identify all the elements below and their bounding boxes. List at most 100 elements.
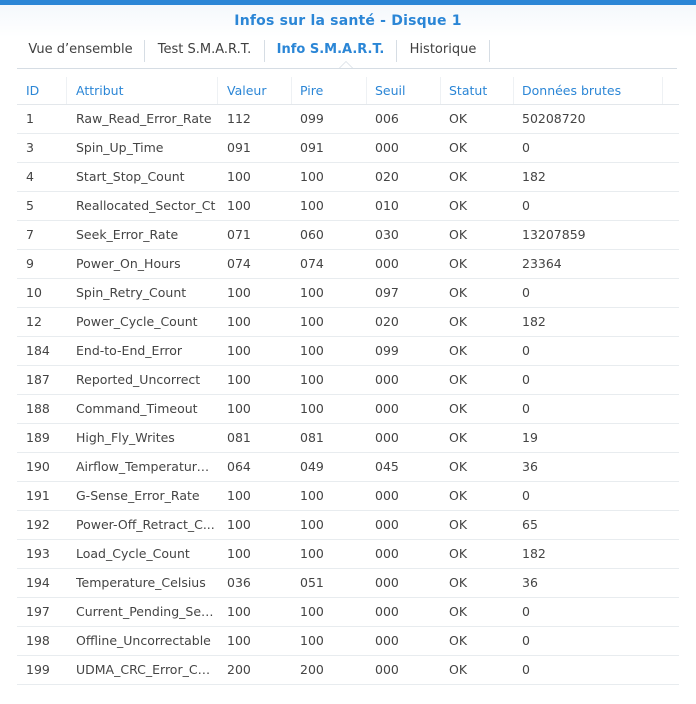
cell-threshold: 000 — [375, 488, 399, 503]
column-divider — [440, 77, 441, 104]
cell-attribute: Reported_Uncorrect — [76, 372, 201, 387]
cell-threshold: 000 — [375, 604, 399, 619]
cell-worst: 091 — [300, 140, 324, 155]
cell-attribute: Load_Cycle_Count — [76, 546, 190, 561]
cell-raw-data: 0 — [522, 488, 530, 503]
cell-value: 100 — [227, 198, 251, 213]
cell-attribute: UDMA_CRC_Error_Co... — [76, 662, 216, 677]
table-row[interactable]: 10 Spin_Retry_Count 100 100 097 OK 0 — [17, 279, 679, 308]
table-row[interactable]: 194 Temperature_Celsius 036 051 000 OK 36 — [17, 569, 679, 598]
tab-smart-info[interactable]: Info S.M.A.R.T. — [265, 36, 396, 68]
cell-id: 199 — [26, 662, 50, 677]
cell-id: 4 — [26, 169, 34, 184]
cell-status: OK — [449, 633, 468, 648]
active-tab-indicator-fill — [340, 62, 352, 68]
column-divider — [366, 77, 367, 104]
cell-id: 3 — [26, 140, 34, 155]
cell-id: 189 — [26, 430, 50, 445]
table-row[interactable]: 4 Start_Stop_Count 100 100 020 OK 182 — [17, 163, 679, 192]
cell-id: 193 — [26, 546, 50, 561]
cell-value: 081 — [227, 430, 251, 445]
table-row[interactable]: 190 Airflow_Temperature... 064 049 045 OK 36 — [17, 453, 679, 482]
cell-status: OK — [449, 430, 468, 445]
column-header-id[interactable]: ID — [26, 77, 66, 104]
cell-raw-data: 182 — [522, 546, 546, 561]
table-body: 1 Raw_Read_Error_Rate 112 099 006 OK 50208720 3… — [17, 105, 679, 685]
table-row[interactable]: 7 Seek_Error_Rate 071 060 030 OK 13207859 — [17, 221, 679, 250]
tab-overview[interactable]: Vue d’ensemble — [17, 36, 144, 68]
cell-worst: 100 — [300, 314, 324, 329]
cell-value: 100 — [227, 401, 251, 416]
cell-status: OK — [449, 546, 468, 561]
cell-threshold: 097 — [375, 285, 399, 300]
cell-raw-data: 19 — [522, 430, 538, 445]
table-row[interactable]: 193 Load_Cycle_Count 100 100 000 OK 182 — [17, 540, 679, 569]
column-header-threshold[interactable]: Seuil — [375, 77, 435, 104]
tab-history[interactable]: Historique — [397, 36, 489, 68]
cell-threshold: 000 — [375, 430, 399, 445]
table-row[interactable]: 197 Current_Pending_Sec... 100 100 000 OK 0 — [17, 598, 679, 627]
cell-id: 12 — [26, 314, 42, 329]
column-header-value[interactable]: Valeur — [227, 77, 287, 104]
table-row[interactable]: 5 Reallocated_Sector_Ct 100 100 010 OK 0 — [17, 192, 679, 221]
table-row[interactable]: 3 Spin_Up_Time 091 091 000 OK 0 — [17, 134, 679, 163]
cell-threshold: 000 — [375, 546, 399, 561]
cell-worst: 081 — [300, 430, 324, 445]
column-header-status[interactable]: Statut — [449, 77, 509, 104]
cell-status: OK — [449, 488, 468, 503]
table-row[interactable]: 198 Offline_Uncorrectable 100 100 000 OK 0 — [17, 627, 679, 656]
cell-id: 184 — [26, 343, 50, 358]
cell-raw-data: 0 — [522, 604, 530, 619]
cell-value: 100 — [227, 604, 251, 619]
cell-id: 187 — [26, 372, 50, 387]
cell-attribute: Spin_Retry_Count — [76, 285, 187, 300]
cell-status: OK — [449, 662, 468, 677]
cell-worst: 060 — [300, 227, 324, 242]
cell-attribute: Power-Off_Retract_C... — [76, 517, 215, 532]
cell-status: OK — [449, 343, 468, 358]
table-row[interactable]: 191 G-Sense_Error_Rate 100 100 000 OK 0 — [17, 482, 679, 511]
cell-attribute: Power_On_Hours — [76, 256, 181, 271]
cell-id: 9 — [26, 256, 34, 271]
cell-worst: 100 — [300, 604, 324, 619]
column-divider — [217, 77, 218, 104]
cell-raw-data: 0 — [522, 198, 530, 213]
cell-status: OK — [449, 372, 468, 387]
cell-status: OK — [449, 604, 468, 619]
column-header-worst[interactable]: Pire — [300, 77, 360, 104]
cell-status: OK — [449, 140, 468, 155]
cell-value: 112 — [227, 111, 251, 126]
column-header-raw-data[interactable]: Données brutes — [522, 77, 662, 104]
cell-worst: 099 — [300, 111, 324, 126]
cell-status: OK — [449, 575, 468, 590]
cell-raw-data: 0 — [522, 343, 530, 358]
cell-value: 100 — [227, 285, 251, 300]
cell-id: 192 — [26, 517, 50, 532]
cell-attribute: Temperature_Celsius — [76, 575, 206, 590]
cell-raw-data: 65 — [522, 517, 538, 532]
table-row[interactable]: 12 Power_Cycle_Count 100 100 020 OK 182 — [17, 308, 679, 337]
table-row[interactable]: 187 Reported_Uncorrect 100 100 000 OK 0 — [17, 366, 679, 395]
cell-worst: 100 — [300, 343, 324, 358]
cell-attribute: Airflow_Temperature... — [76, 459, 216, 474]
cell-threshold: 010 — [375, 198, 399, 213]
table-row[interactable]: 199 UDMA_CRC_Error_Co... 200 200 000 OK 0 — [17, 656, 679, 685]
cell-threshold: 020 — [375, 169, 399, 184]
cell-id: 188 — [26, 401, 50, 416]
table-row[interactable]: 192 Power-Off_Retract_C... 100 100 000 OK 65 — [17, 511, 679, 540]
table-row[interactable]: 189 High_Fly_Writes 081 081 000 OK 19 — [17, 424, 679, 453]
cell-id: 1 — [26, 111, 34, 126]
table-row[interactable]: 184 End-to-End_Error 100 100 099 OK 0 — [17, 337, 679, 366]
cell-value: 200 — [227, 662, 251, 677]
cell-worst: 100 — [300, 198, 324, 213]
cell-threshold: 000 — [375, 662, 399, 677]
cell-attribute: G-Sense_Error_Rate — [76, 488, 200, 503]
column-header-attribute[interactable]: Attribut — [76, 77, 216, 104]
cell-threshold: 000 — [375, 517, 399, 532]
table-row[interactable]: 188 Command_Timeout 100 100 000 OK 0 — [17, 395, 679, 424]
table-row[interactable]: 1 Raw_Read_Error_Rate 112 099 006 OK 50208720 — [17, 105, 679, 134]
table-row[interactable]: 9 Power_On_Hours 074 074 000 OK 23364 — [17, 250, 679, 279]
cell-worst: 074 — [300, 256, 324, 271]
tab-smart-test[interactable]: Test S.M.A.R.T. — [145, 36, 264, 68]
cell-threshold: 000 — [375, 372, 399, 387]
